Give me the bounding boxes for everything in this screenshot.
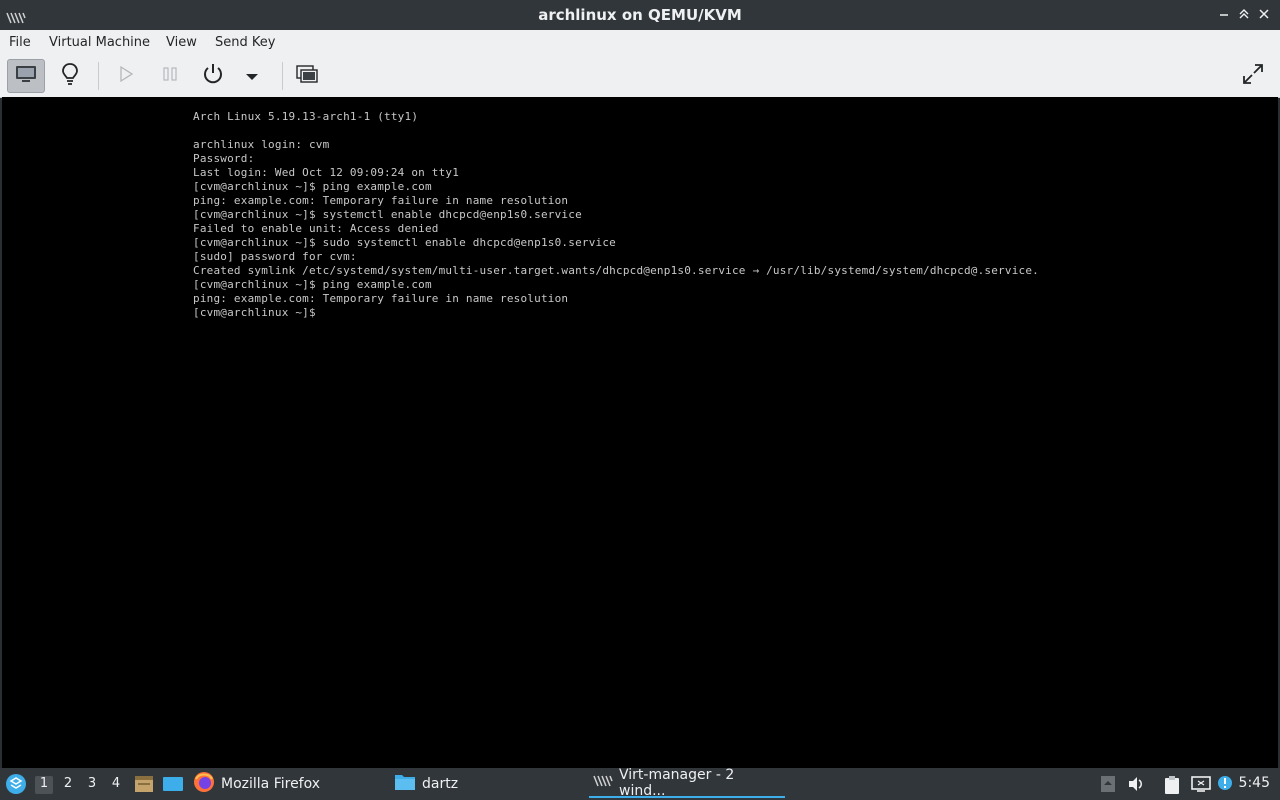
- window-titlebar: archlinux on QEMU/KVM: [0, 0, 1280, 30]
- power-icon: [201, 62, 225, 90]
- task-virt-manager[interactable]: Virt-manager - 2 wind...: [589, 767, 785, 799]
- console-line: archlinux login: cvm: [193, 138, 330, 151]
- menu-file[interactable]: File: [9, 35, 31, 50]
- notifications-applet[interactable]: [1217, 775, 1235, 793]
- shutdown-button[interactable]: [194, 59, 232, 93]
- desktop-2[interactable]: 2: [59, 776, 77, 794]
- start-menu-icon: [5, 774, 27, 799]
- console-line: Arch Linux 5.19.13-arch1-1 (tty1): [193, 110, 419, 123]
- lightbulb-icon: [60, 62, 80, 90]
- task-label: dartz: [422, 776, 459, 792]
- show-desktop-launcher[interactable]: [162, 775, 184, 797]
- network-applet[interactable]: [1191, 775, 1211, 793]
- menubar: File Virtual Machine View Send Key: [0, 30, 1280, 56]
- tray-expander[interactable]: [1099, 775, 1117, 793]
- menu-virtual-machine[interactable]: Virtual Machine: [49, 35, 150, 50]
- console-line: [cvm@archlinux ~]$ systemctl enable dhcp…: [193, 208, 582, 221]
- task-firefox[interactable]: Mozilla Firefox: [193, 770, 320, 798]
- pause-button[interactable]: [151, 59, 189, 93]
- maximize-button[interactable]: [1236, 6, 1252, 22]
- details-view-button[interactable]: [51, 59, 89, 93]
- console-line: Created symlink /etc/systemd/system/mult…: [193, 264, 1039, 277]
- folder-icon: [394, 772, 416, 796]
- play-icon: [118, 65, 134, 87]
- console-view-button[interactable]: [7, 59, 45, 93]
- window-title: archlinux on QEMU/KVM: [538, 6, 742, 24]
- run-button[interactable]: [107, 59, 145, 93]
- network-icon: [1191, 776, 1211, 797]
- chevron-up-icon: [1099, 776, 1117, 797]
- firefox-icon: [193, 771, 215, 797]
- snapshots-icon: [296, 64, 318, 88]
- monitor-icon: [15, 64, 37, 88]
- clipboard-icon: [1163, 776, 1181, 799]
- snapshots-button[interactable]: [288, 59, 326, 93]
- shutdown-menu-button[interactable]: [234, 59, 270, 93]
- console-line: [cvm@archlinux ~]$ ping example.com: [193, 278, 432, 291]
- chevron-down-icon: [245, 67, 259, 86]
- console-line: [sudo] password for cvm:: [193, 250, 357, 263]
- toolbar: [0, 56, 1280, 98]
- console-line: ping: example.com: Temporary failure in …: [193, 292, 569, 305]
- virt-manager-icon: [593, 775, 613, 791]
- menu-view[interactable]: View: [166, 35, 197, 50]
- menu-send-key[interactable]: Send Key: [215, 35, 275, 50]
- console-line: [cvm@archlinux ~]$ sudo systemctl enable…: [193, 236, 616, 249]
- desktop-1[interactable]: 1: [35, 776, 53, 794]
- console-line: Last login: Wed Oct 12 09:09:24 on tty1: [193, 166, 460, 179]
- volume-control[interactable]: [1127, 775, 1145, 793]
- desktop-3[interactable]: 3: [83, 776, 101, 794]
- file-manager-launcher[interactable]: [134, 775, 154, 797]
- desktop-4[interactable]: 4: [107, 776, 125, 794]
- toolbar-separator: [282, 62, 283, 90]
- task-label: Mozilla Firefox: [221, 776, 321, 792]
- console-line: ping: example.com: Temporary failure in …: [193, 194, 569, 207]
- clipboard-applet[interactable]: [1163, 775, 1181, 794]
- clock[interactable]: 5:45: [1239, 775, 1270, 791]
- console-line: Password:: [193, 152, 255, 165]
- minimize-button[interactable]: [1216, 6, 1232, 22]
- file-manager-icon: [134, 776, 154, 797]
- console-line: [cvm@archlinux ~]$: [193, 306, 323, 319]
- speaker-icon: [1127, 777, 1145, 797]
- pause-icon: [162, 65, 178, 87]
- application-launcher-button[interactable]: [5, 773, 27, 799]
- info-icon: [1217, 776, 1233, 795]
- console-line: [cvm@archlinux ~]$ ping example.com: [193, 180, 432, 193]
- console-line: Failed to enable unit: Access denied: [193, 222, 439, 235]
- close-button[interactable]: [1256, 6, 1272, 22]
- task-label: Virt-manager - 2 wind...: [619, 767, 735, 799]
- fullscreen-button[interactable]: [1234, 59, 1272, 93]
- taskbar: 1 2 3 4 Mozilla Firefox dartz Virt-manag…: [0, 767, 1280, 800]
- vm-console[interactable]: Arch Linux 5.19.13-arch1-1 (tty1) archli…: [2, 97, 1278, 768]
- task-dartz[interactable]: dartz: [394, 770, 458, 798]
- fullscreen-icon: [1241, 62, 1265, 90]
- desktop-icon: [162, 777, 184, 797]
- toolbar-separator: [98, 62, 99, 90]
